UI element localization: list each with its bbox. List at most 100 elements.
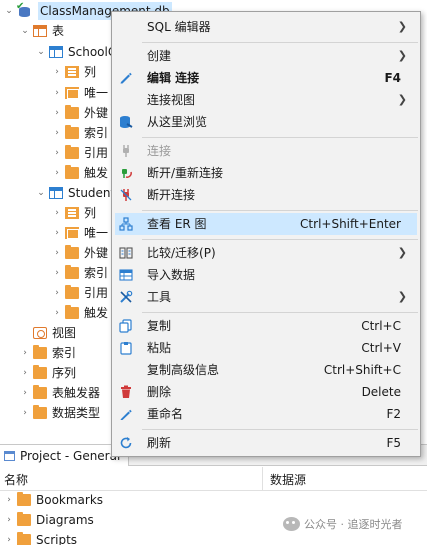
plug-icon <box>123 145 129 157</box>
menu-item-import-data[interactable]: 导入数据 <box>115 264 417 286</box>
unique-key-icon <box>65 227 79 239</box>
table-icon <box>49 187 63 199</box>
paste-icon <box>120 342 132 355</box>
chevron-right-icon[interactable]: › <box>52 128 62 138</box>
context-menu: SQL 编辑器 ❯ 创建 ❯ 编辑 连接 F4 连接视图 ❯ 从这里浏览 连接 <box>111 11 421 457</box>
menu-separator <box>142 429 418 430</box>
menu-item-reconnect[interactable]: 断开/重新连接 <box>115 162 417 184</box>
database-browse-icon <box>120 116 133 128</box>
menu-separator <box>142 312 418 313</box>
chevron-right-icon[interactable]: › <box>52 268 62 278</box>
folder-icon <box>65 165 79 179</box>
chevron-down-icon[interactable]: ⌄ <box>36 188 46 198</box>
chevron-right-icon[interactable]: › <box>4 535 14 545</box>
chevron-right-icon[interactable]: › <box>52 67 62 77</box>
er-diagram-icon <box>119 217 133 231</box>
tree-node-table-student[interactable]: ⌄ Student <box>36 183 115 203</box>
chevron-right-icon[interactable]: › <box>52 108 62 118</box>
column-header-name[interactable]: 名称 <box>4 471 28 488</box>
chevron-right-icon[interactable]: › <box>20 408 30 418</box>
tree-node-triggers[interactable]: › 触发 <box>52 303 108 323</box>
folder-icon <box>65 265 79 279</box>
chevron-right-icon[interactable]: › <box>52 308 62 318</box>
tree-node-table-schoolclass[interactable]: ⌄ SchoolC <box>36 42 116 62</box>
tree-node-indexes[interactable]: › 索引 <box>20 343 76 363</box>
menu-item-view-er-diagram[interactable]: 查看 ER 图 Ctrl+Shift+Enter <box>115 213 417 235</box>
folder-icon <box>65 105 79 119</box>
table-icon <box>49 46 63 58</box>
project-item-bookmarks[interactable]: › Bookmarks <box>4 490 103 510</box>
wechat-icon <box>283 517 300 531</box>
menu-item-refresh[interactable]: 刷新 F5 <box>115 432 417 454</box>
columns-icon <box>65 66 79 78</box>
menu-item-sql-editor[interactable]: SQL 编辑器 ❯ <box>115 16 417 38</box>
tools-icon <box>120 290 133 303</box>
folder-icon <box>65 285 79 299</box>
tree-node-sequences[interactable]: › 序列 <box>20 363 76 383</box>
chevron-right-icon[interactable]: › <box>52 148 62 158</box>
menu-separator <box>142 42 418 43</box>
menu-item-copy[interactable]: 复制 Ctrl+C <box>115 315 417 337</box>
chevron-right-icon[interactable]: › <box>52 168 62 178</box>
chevron-down-icon[interactable]: ⌄ <box>4 6 14 16</box>
project-column-headers: 名称 数据源 <box>0 467 427 491</box>
column-divider[interactable] <box>262 467 263 491</box>
tree-node-data-types[interactable]: › 数据类型 <box>20 403 100 423</box>
pencil-icon <box>120 72 132 84</box>
chevron-right-icon[interactable]: › <box>20 348 30 358</box>
chevron-right-icon[interactable]: › <box>52 208 62 218</box>
chevron-right-icon[interactable]: › <box>52 288 62 298</box>
chevron-right-icon[interactable]: › <box>4 495 14 505</box>
tables-icon <box>33 25 47 37</box>
tree-node-triggers[interactable]: › 触发 <box>52 163 108 183</box>
chevron-right-icon[interactable]: › <box>20 388 30 398</box>
menu-item-browse-from-here[interactable]: 从这里浏览 <box>115 111 417 133</box>
submenu-arrow-icon: ❯ <box>397 49 407 62</box>
menu-item-compare-migrate[interactable]: 比较/迁移(P) ❯ <box>115 242 417 264</box>
menu-item-delete[interactable]: 删除 Delete <box>115 381 417 403</box>
project-item-diagrams[interactable]: › Diagrams <box>4 510 94 530</box>
chevron-down-icon[interactable]: ⌄ <box>20 26 30 36</box>
tree-node-indexes[interactable]: › 索引 <box>52 263 108 283</box>
folder-icon <box>33 345 47 359</box>
tree-node-columns[interactable]: › 列 <box>52 62 96 82</box>
folder-icon <box>33 405 47 419</box>
chevron-right-icon[interactable]: › <box>52 228 62 238</box>
tree-node-references[interactable]: › 引用 <box>52 283 108 303</box>
menu-item-rename[interactable]: 重命名 F2 <box>115 403 417 425</box>
tree-node-foreign-keys[interactable]: › 外键 <box>52 243 108 263</box>
database-connected-icon <box>16 1 33 18</box>
menu-item-tools[interactable]: 工具 ❯ <box>115 286 417 308</box>
tree-node-foreign-keys[interactable]: › 外键 <box>52 103 108 123</box>
rename-icon <box>120 409 132 420</box>
menu-item-create[interactable]: 创建 ❯ <box>115 45 417 67</box>
tree-node-table-triggers[interactable]: › 表触发器 <box>20 383 100 403</box>
chevron-right-icon[interactable]: › <box>4 515 14 525</box>
menu-item-edit-connection[interactable]: 编辑 连接 F4 <box>115 67 417 89</box>
chevron-right-icon[interactable]: › <box>20 368 30 378</box>
tab-project-general[interactable]: Project - General <box>0 445 130 466</box>
project-item-scripts[interactable]: › Scripts <box>4 530 77 545</box>
trash-icon <box>121 385 131 398</box>
menu-item-disconnect[interactable]: 断开连接 <box>115 184 417 206</box>
tree-node-views[interactable]: 视图 <box>20 323 76 343</box>
chevron-right-icon[interactable]: › <box>52 248 62 258</box>
menu-item-connection-view[interactable]: 连接视图 ❯ <box>115 89 417 111</box>
tree-node-unique-keys[interactable]: › 唯一 <box>52 223 108 243</box>
tree-node-columns[interactable]: › 列 <box>52 203 96 223</box>
tree-node-references[interactable]: › 引用 <box>52 143 108 163</box>
menu-item-connect[interactable]: 连接 <box>115 140 417 162</box>
folder-icon <box>33 385 47 399</box>
chevron-down-icon[interactable]: ⌄ <box>36 47 46 57</box>
menu-separator <box>142 137 418 138</box>
menu-item-copy-advanced[interactable]: 复制高级信息 Ctrl+Shift+C <box>115 359 417 381</box>
submenu-arrow-icon: ❯ <box>397 246 407 259</box>
project-icon <box>4 450 15 461</box>
menu-item-paste[interactable]: 粘贴 Ctrl+V <box>115 337 417 359</box>
tree-node-tables[interactable]: ⌄ 表 <box>20 21 64 41</box>
column-header-datasource[interactable]: 数据源 <box>270 471 306 488</box>
tree-node-indexes[interactable]: › 索引 <box>52 123 108 143</box>
submenu-arrow-icon: ❯ <box>397 93 407 106</box>
tree-node-unique-keys[interactable]: › 唯一 <box>52 83 108 103</box>
chevron-right-icon[interactable]: › <box>52 88 62 98</box>
